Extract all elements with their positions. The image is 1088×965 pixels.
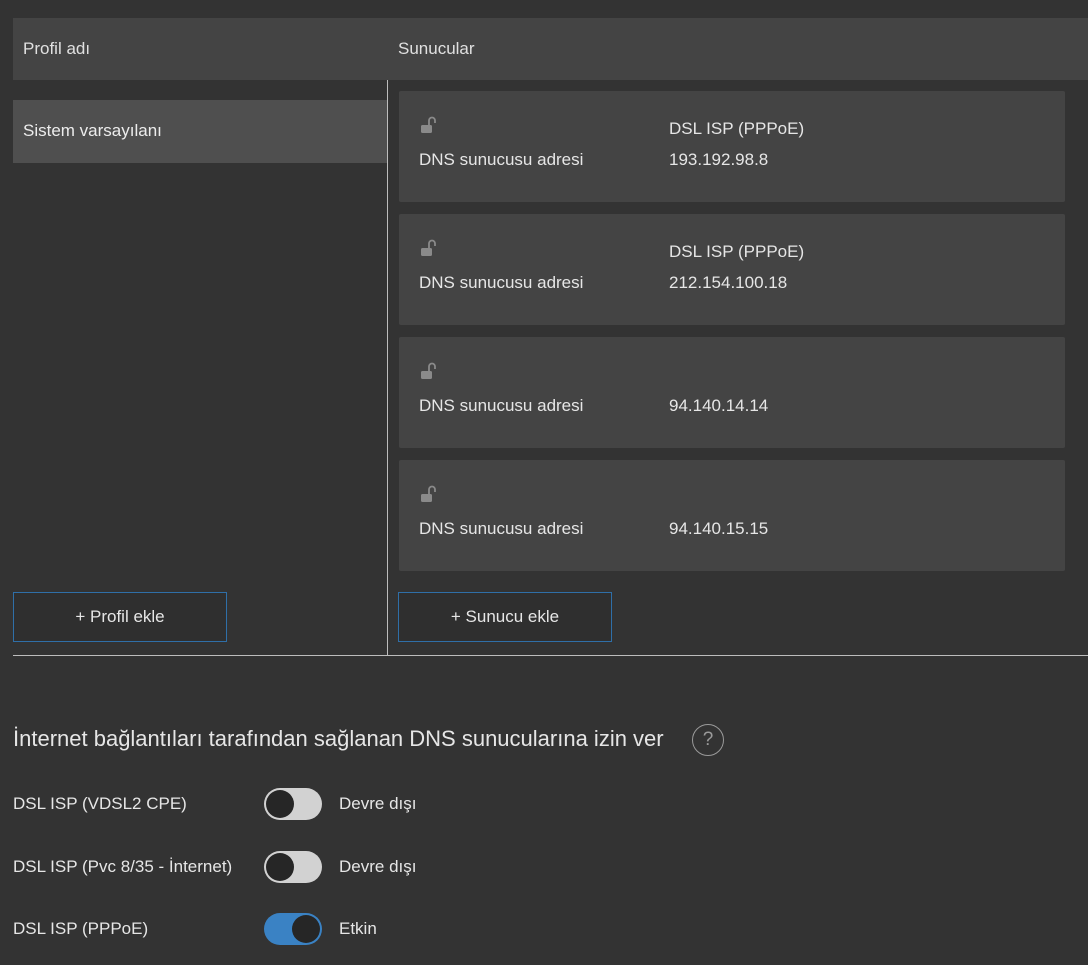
isp-dns-toggle[interactable] bbox=[264, 788, 322, 820]
profile-name-column-header: Profil adı bbox=[23, 39, 91, 58]
unlock-icon[interactable] bbox=[419, 484, 439, 504]
help-icon[interactable]: ? bbox=[692, 724, 724, 756]
profile-item-system-default[interactable]: Sistem varsayılanı bbox=[13, 100, 387, 163]
toggle-knob bbox=[266, 853, 294, 881]
dns-server-address: 212.154.100.18 bbox=[669, 273, 788, 292]
dns-server-card: DSL ISP (PPPoE) DNS sunucusu adresi 193.… bbox=[399, 91, 1065, 202]
toggle-knob bbox=[292, 915, 320, 943]
dns-server-label: DNS sunucusu adresi bbox=[419, 519, 584, 538]
add-server-button[interactable]: + Sunucu ekle bbox=[398, 592, 612, 642]
unlock-icon[interactable] bbox=[419, 238, 439, 258]
isp-dns-toggle[interactable] bbox=[264, 913, 322, 945]
dns-server-label: DNS sunucusu adresi bbox=[419, 396, 584, 415]
table-header: Profil adı Sunucular bbox=[13, 18, 1088, 80]
column-divider bbox=[387, 80, 388, 656]
isp-connection-row: DSL ISP (Pvc 8/35 - İnternet) Devre dışı bbox=[0, 851, 1088, 885]
isp-dns-toggle-state: Etkin bbox=[339, 919, 377, 938]
isp-dns-toggle[interactable] bbox=[264, 851, 322, 883]
servers-column-header: Sunucular bbox=[398, 39, 475, 58]
dns-server-card: DSL ISP (PPPoE) DNS sunucusu adresi 212.… bbox=[399, 214, 1065, 325]
isp-connection-name: DSL ISP (VDSL2 CPE) bbox=[13, 794, 187, 813]
dns-server-address: 94.140.15.15 bbox=[669, 519, 769, 538]
dns-settings-page: Profil adı Sunucular Sistem varsayılanı … bbox=[0, 0, 1088, 965]
dns-server-source: DSL ISP (PPPoE) bbox=[669, 242, 805, 261]
dns-server-card: DNS sunucusu adresi 94.140.14.14 bbox=[399, 337, 1065, 448]
unlock-icon[interactable] bbox=[419, 361, 439, 381]
section-divider bbox=[13, 655, 1088, 656]
isp-connection-row: DSL ISP (PPPoE) Etkin bbox=[0, 913, 1088, 947]
add-profile-button[interactable]: + Profil ekle bbox=[13, 592, 227, 642]
isp-connection-row: DSL ISP (VDSL2 CPE) Devre dışı bbox=[0, 788, 1088, 822]
dns-server-label: DNS sunucusu adresi bbox=[419, 150, 584, 169]
isp-dns-section-title: İnternet bağlantıları tarafından sağlana… bbox=[13, 726, 664, 751]
dns-server-label: DNS sunucusu adresi bbox=[419, 273, 584, 292]
dns-server-card: DNS sunucusu adresi 94.140.15.15 bbox=[399, 460, 1065, 571]
dns-server-source: DSL ISP (PPPoE) bbox=[669, 119, 805, 138]
isp-connection-name: DSL ISP (PPPoE) bbox=[13, 919, 149, 938]
isp-connection-name: DSL ISP (Pvc 8/35 - İnternet) bbox=[13, 857, 233, 876]
dns-server-address: 193.192.98.8 bbox=[669, 150, 769, 169]
isp-dns-toggle-state: Devre dışı bbox=[339, 857, 417, 876]
toggle-knob bbox=[266, 790, 294, 818]
unlock-icon[interactable] bbox=[419, 115, 439, 135]
dns-server-address: 94.140.14.14 bbox=[669, 396, 769, 415]
profile-item-label: Sistem varsayılanı bbox=[23, 121, 162, 140]
isp-dns-toggle-state: Devre dışı bbox=[339, 794, 417, 813]
